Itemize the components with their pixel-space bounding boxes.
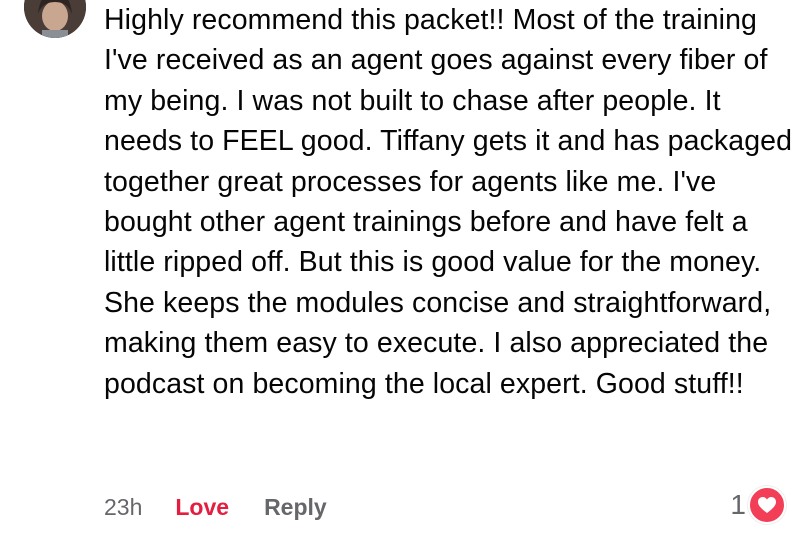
comment-actions: 23h Love Reply: [104, 490, 327, 524]
commenter-avatar[interactable]: [24, 0, 86, 38]
avatar-image: [24, 0, 86, 38]
reaction-summary[interactable]: 1: [730, 486, 786, 524]
comment-text: Highly recommend this packet!! Most of t…: [104, 4, 793, 400]
comment-timestamp[interactable]: 23h: [104, 494, 142, 521]
reaction-count: 1: [730, 489, 746, 520]
heart-icon: [748, 486, 786, 524]
love-button[interactable]: Love: [175, 494, 229, 521]
reply-button[interactable]: Reply: [264, 494, 327, 521]
